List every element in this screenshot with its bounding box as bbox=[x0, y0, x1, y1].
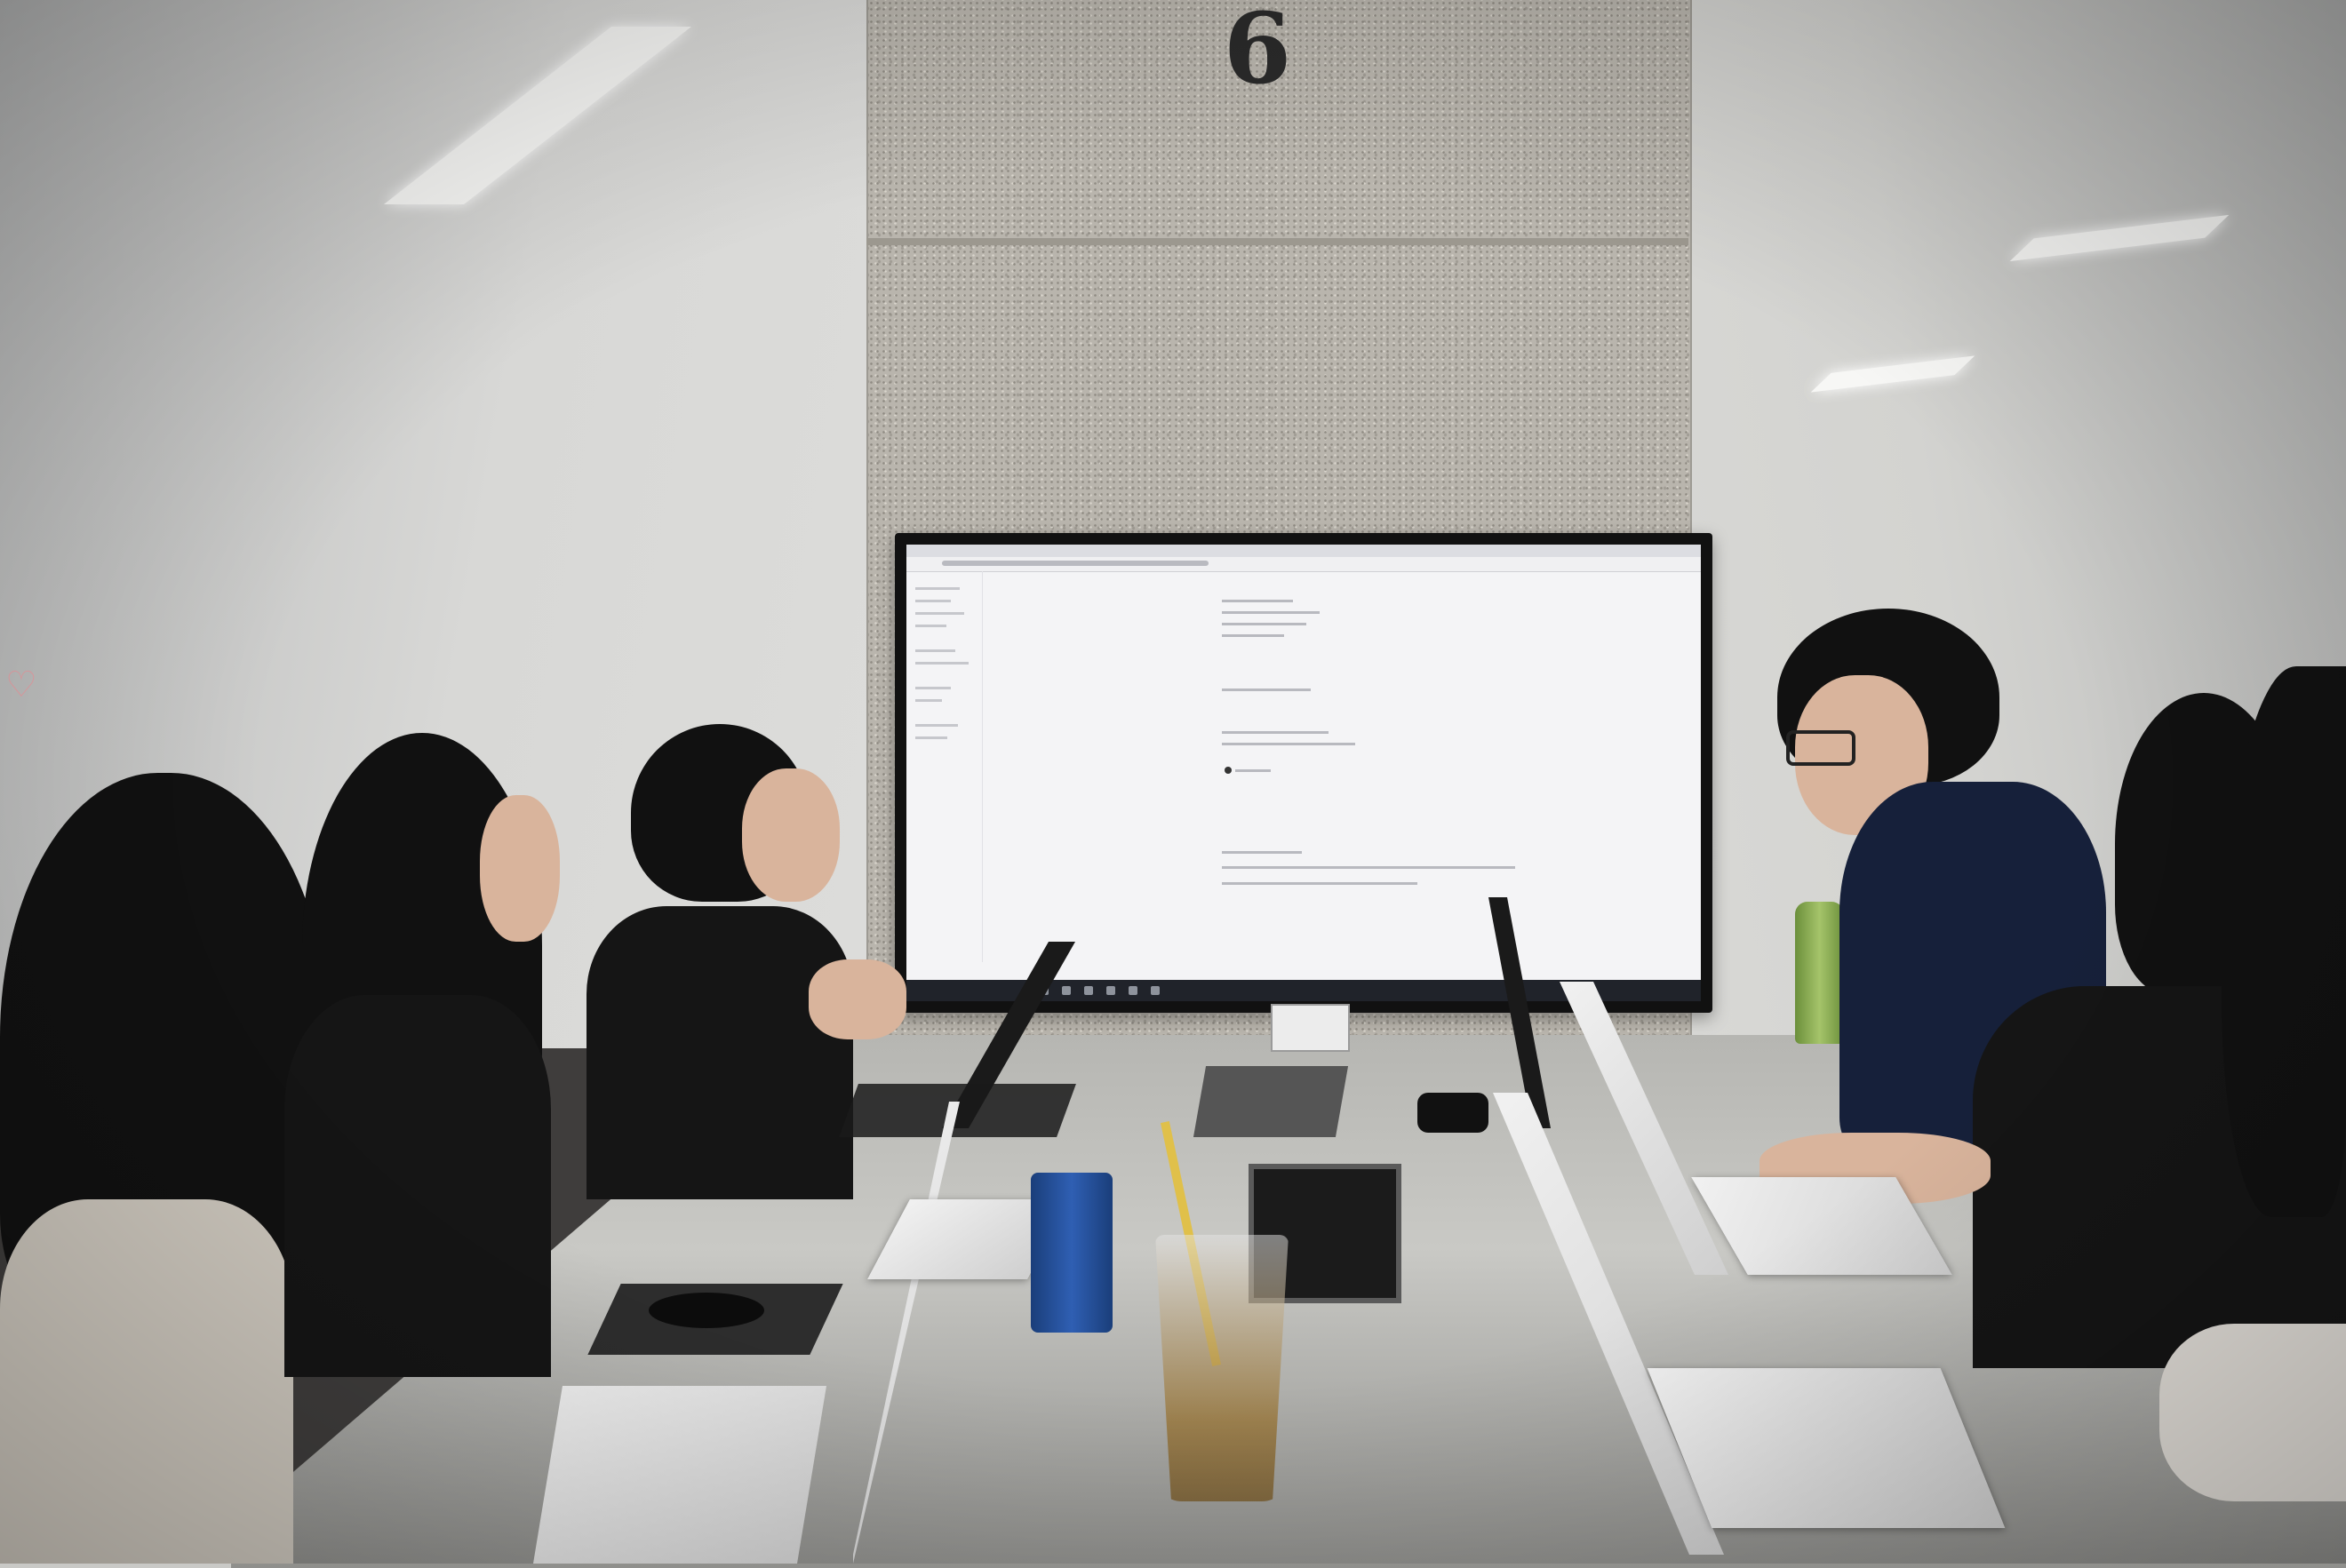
photo-vignette bbox=[0, 0, 2346, 1564]
